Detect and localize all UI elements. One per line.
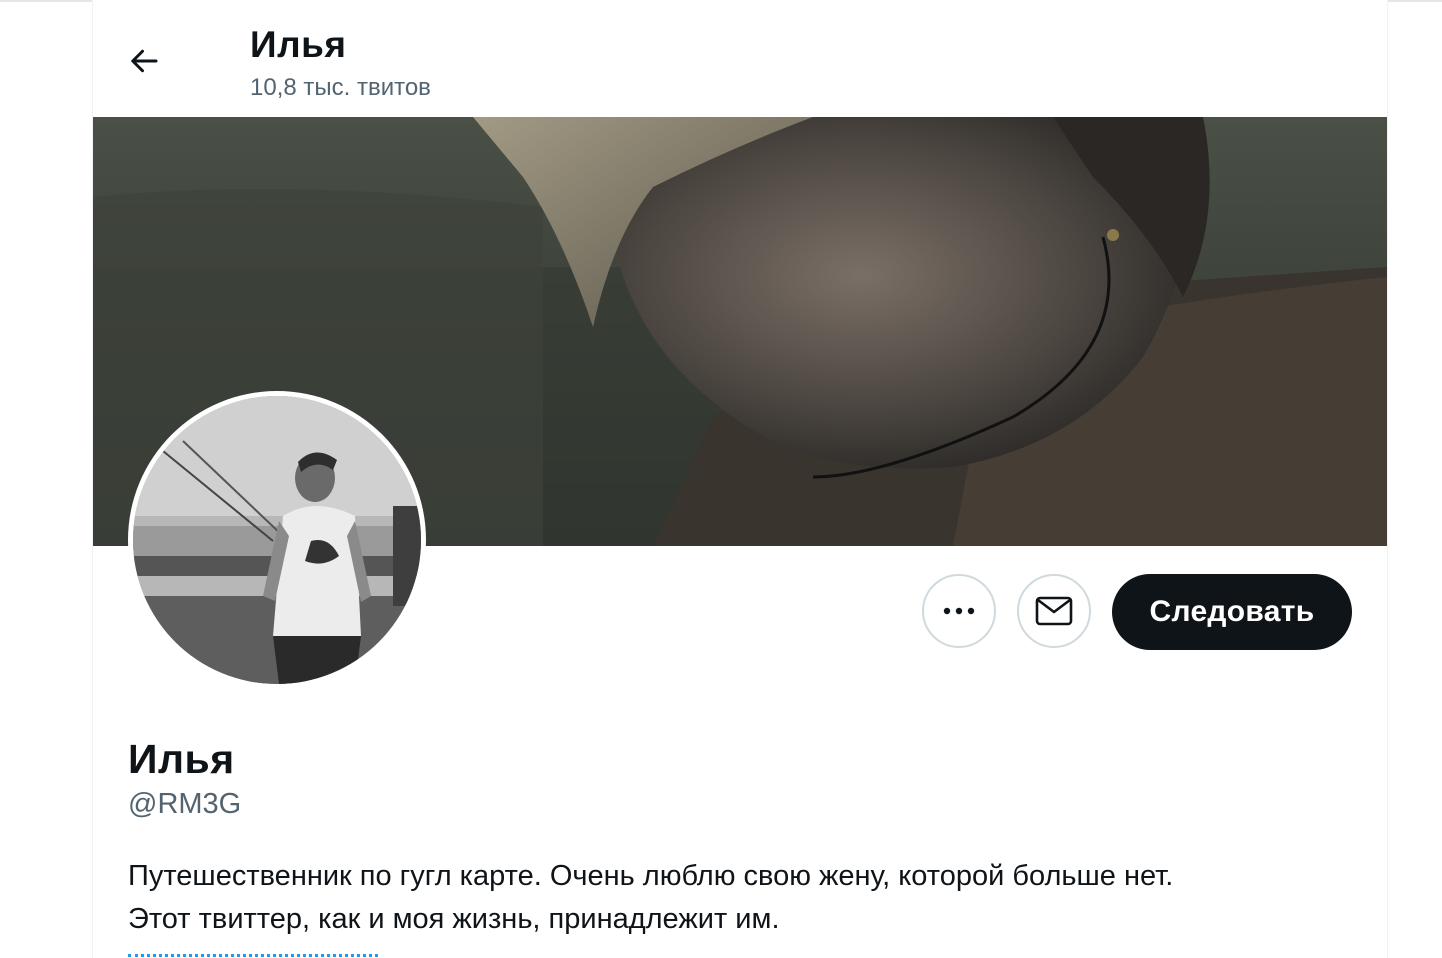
profile-handle: @RM3G (128, 788, 242, 820)
envelope-icon (1035, 596, 1073, 626)
follow-button[interactable]: Следовать (1112, 574, 1352, 650)
profile-name: Илья (128, 736, 235, 782)
bio-line: Путешественник по гугл карте. Очень любл… (128, 860, 1174, 892)
back-button[interactable] (119, 36, 169, 86)
more-dots-icon (943, 607, 975, 615)
profile-bio: Путешественник по гугл карте. Очень любл… (128, 855, 1358, 941)
header-title: Илья (250, 24, 347, 65)
arrow-left-icon (131, 49, 158, 73)
tweet-count: 10,8 тыс. твитов (250, 74, 431, 101)
avatar-photo (133, 396, 421, 684)
avatar-frame[interactable] (128, 391, 426, 689)
bio-line: Этот твиттер, как и моя жизнь, принадлеж… (128, 903, 780, 935)
avatar (133, 396, 421, 684)
link-fragment (128, 954, 378, 958)
more-options-button[interactable] (922, 574, 996, 648)
message-button[interactable] (1017, 574, 1091, 648)
profile-column: Илья 10,8 тыс. твитов Следовать Илья @RM… (92, 0, 1388, 958)
cut-off-link[interactable] (128, 946, 378, 958)
